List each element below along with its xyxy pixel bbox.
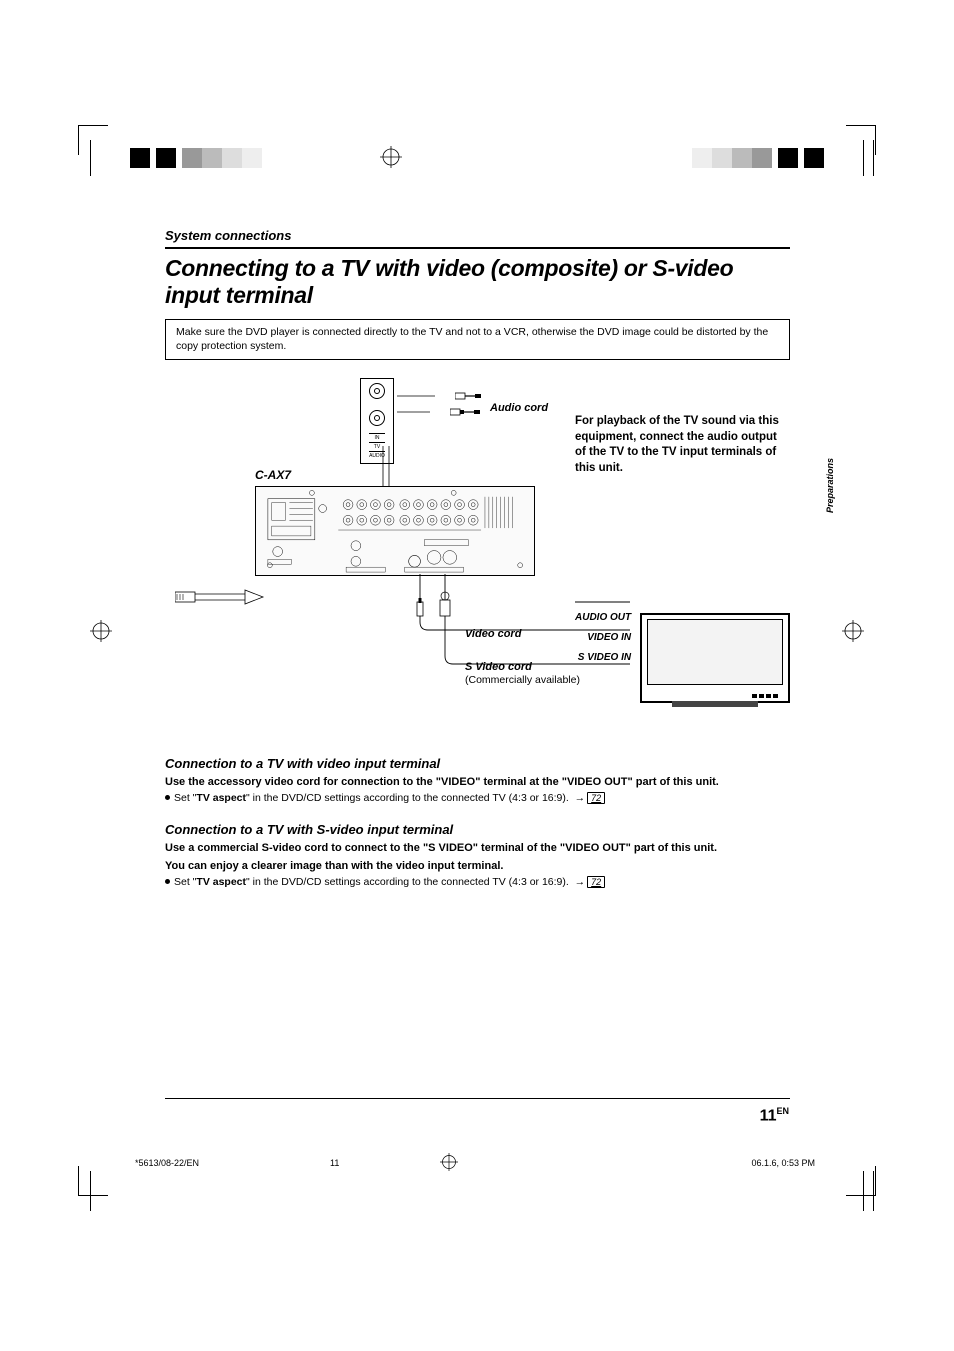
- registration-bar-top: [0, 140, 954, 176]
- bullet-icon: [165, 879, 170, 884]
- commercial-label: (Commercially available): [465, 674, 580, 687]
- page-ref: 72: [587, 792, 605, 804]
- video-in-label: VIDEO IN: [575, 628, 631, 648]
- connection-info: For playback of the TV sound via this eq…: [575, 414, 790, 476]
- footer-timestamp: 06.1.6, 0:53 PM: [751, 1158, 815, 1168]
- plug-icon: [450, 406, 484, 418]
- crop-mark: [78, 1166, 108, 1196]
- registration-cross-icon: [380, 146, 402, 168]
- breadcrumb: System connections: [165, 228, 790, 243]
- section-para: You can enjoy a clearer image than with …: [165, 859, 790, 874]
- footer-meta: *5613/08-22/EN 11 06.1.6, 0:53 PM: [135, 1158, 815, 1168]
- page-ref: 72: [587, 876, 605, 888]
- svideo-in-label: S VIDEO IN: [575, 648, 631, 668]
- audio-out-label: AUDIO OUT: [575, 608, 631, 628]
- tv-port-labels: AUDIO OUT VIDEO IN S VIDEO IN: [575, 608, 631, 668]
- tv-icon: [640, 613, 790, 703]
- section-heading: Connection to a TV with S-video input te…: [165, 822, 790, 837]
- section-tab: Preparations: [825, 458, 835, 513]
- cable-arrow-icon: [175, 588, 265, 613]
- cable-line: [375, 388, 435, 488]
- section-heading: Connection to a TV with video input term…: [165, 756, 790, 771]
- connection-diagram: Preparations C-AX7 IN TV AUDIO Audio cor…: [165, 378, 790, 738]
- page-content: System connections Connecting to a TV wi…: [165, 228, 790, 888]
- model-label: C-AX7: [255, 468, 291, 482]
- plug-icon: [455, 390, 483, 402]
- svideo-cord-label: S Video cord: [465, 661, 532, 673]
- crop-mark: [846, 1166, 876, 1196]
- crop-line: [873, 1171, 874, 1211]
- section-para: Use a commercial S-video cord to connect…: [165, 841, 790, 856]
- registration-cross-icon: [842, 620, 864, 642]
- section-para: Use the accessory video cord for connect…: [165, 775, 790, 790]
- crop-line: [90, 1171, 91, 1211]
- rear-panel-diagram: [255, 486, 535, 576]
- footer-doc-id: *5613/08-22/EN: [135, 1158, 199, 1168]
- bullet-icon: [165, 795, 170, 800]
- audio-cord-label: Audio cord: [490, 402, 548, 414]
- registration-cross-icon: [440, 1153, 458, 1173]
- crop-line: [863, 1171, 864, 1211]
- page-number: 11EN: [760, 1106, 789, 1125]
- heading-rule: [165, 247, 790, 249]
- video-cord-label: Video cord: [465, 628, 521, 640]
- page-title: Connecting to a TV with video (composite…: [165, 255, 790, 309]
- bullet-item: Set "TV aspect" in the DVD/CD settings a…: [165, 876, 790, 888]
- registration-cross-icon: [90, 620, 112, 642]
- warning-note: Make sure the DVD player is connected di…: [165, 319, 790, 360]
- footer-rule: [165, 1098, 790, 1099]
- footer-page: 11: [330, 1158, 339, 1168]
- bullet-item: Set "TV aspect" in the DVD/CD settings a…: [165, 792, 790, 804]
